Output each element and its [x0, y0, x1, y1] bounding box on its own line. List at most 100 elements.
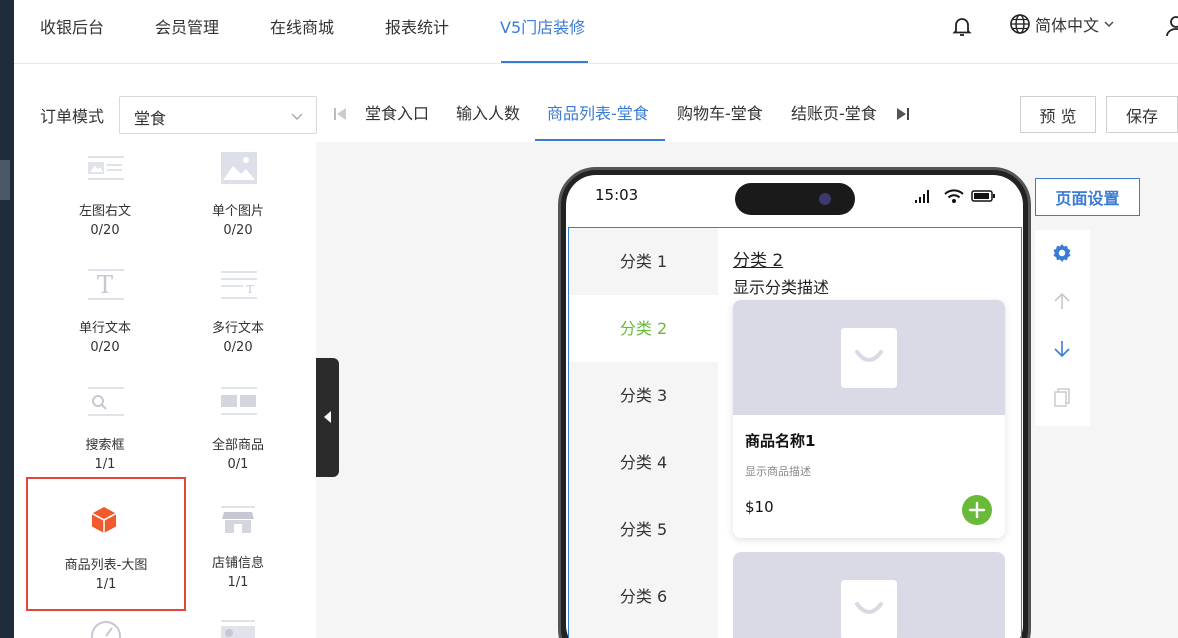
component-count: 0/1 — [227, 457, 249, 472]
component-multi-text[interactable]: T 多行文本 0/20 — [173, 259, 303, 369]
plus-icon — [968, 501, 986, 519]
copy-icon[interactable] — [1051, 386, 1073, 408]
language-label: 简体中文 — [1035, 16, 1100, 35]
clock-icon — [91, 621, 121, 638]
step-dine-entry[interactable]: 堂食入口 — [365, 100, 429, 124]
component-name: 全部商品 — [211, 438, 264, 453]
shopping-bag-icon — [841, 580, 897, 638]
nav-item-members[interactable]: 会员管理 — [155, 14, 219, 38]
page-settings-button[interactable]: 页面设置 — [1035, 178, 1140, 216]
component-name: 多行文本 — [211, 321, 264, 336]
component-product-list-large[interactable]: 商品列表-大图 1/1 — [26, 477, 186, 611]
strip-marker — [0, 160, 10, 200]
text-icon: T — [88, 269, 124, 300]
image-icon — [221, 152, 257, 184]
gear-icon[interactable] — [1051, 242, 1073, 264]
component-tools — [1035, 230, 1090, 426]
coupon-icon — [221, 620, 255, 638]
component-single-image[interactable]: 单个图片 0/20 — [173, 142, 303, 252]
product-price: $10 — [745, 498, 774, 516]
shopping-bag-icon — [841, 328, 897, 388]
component-search-box[interactable]: 搜索框 1/1 — [40, 376, 170, 486]
battery-icon — [971, 190, 995, 202]
add-to-cart-button[interactable] — [962, 495, 992, 525]
app-root: 收银后台 会员管理 在线商城 报表统计 V5门店装修 简体中文 订单模式 堂食 … — [0, 0, 1178, 638]
category-item[interactable]: 分类 6 — [569, 563, 718, 630]
component-name: 店铺信息 — [211, 556, 264, 571]
component-name: 左图右文 — [78, 204, 131, 219]
category-item[interactable]: 分类 4 — [569, 429, 718, 496]
component-count: 0/20 — [90, 223, 120, 238]
category-item[interactable]: 分类 1 — [569, 228, 718, 295]
caret-left-icon — [324, 411, 331, 423]
step-prev-icon[interactable] — [333, 106, 347, 122]
step-cart[interactable]: 购物车-堂食 — [677, 100, 763, 124]
category-item-active[interactable]: 分类 2 — [569, 295, 718, 362]
step-checkout[interactable]: 结账页-堂食 — [791, 100, 877, 124]
order-mode-label: 订单模式 — [40, 107, 105, 126]
component-count: 1/1 — [94, 457, 116, 472]
svg-text:T: T — [97, 271, 113, 299]
svg-text:T: T — [246, 283, 254, 296]
product-name: 商品名称1 — [745, 432, 816, 450]
wifi-icon — [944, 189, 964, 203]
chevron-down-icon — [291, 113, 303, 120]
component-count: 1/1 — [95, 577, 117, 592]
globe-icon — [1010, 14, 1030, 34]
product-card[interactable] — [733, 552, 1005, 638]
search-box-icon — [88, 387, 124, 416]
save-button[interactable]: 保存 — [1106, 96, 1178, 133]
nav-active-underline — [501, 61, 588, 63]
step-product-list[interactable]: 商品列表-堂食 — [547, 100, 649, 124]
arrow-down-icon[interactable] — [1051, 338, 1073, 360]
category-sidebar: 分类 1 分类 2 分类 3 分类 4 分类 5 分类 6 — [569, 228, 718, 638]
step-next-icon[interactable] — [896, 106, 910, 122]
preview-button[interactable]: 预 览 — [1020, 96, 1096, 133]
component-count: 0/20 — [223, 340, 253, 355]
component-shop-info[interactable]: 店铺信息 1/1 — [173, 494, 303, 604]
nav-item-reports[interactable]: 报表统计 — [385, 14, 449, 38]
product-description: 显示商品描述 — [745, 465, 811, 478]
product-card[interactable]: 商品名称1 显示商品描述 $10 — [733, 300, 1005, 538]
component-name: 单行文本 — [78, 321, 131, 336]
component-name: 搜索框 — [85, 438, 125, 453]
nav-item-store-decoration[interactable]: V5门店装修 — [500, 14, 585, 38]
component-count: 1/1 — [227, 575, 249, 590]
signal-icon — [915, 190, 929, 203]
image-text-icon — [88, 156, 124, 180]
component-image-text[interactable]: 左图右文 0/20 — [40, 142, 170, 252]
nav-item-online-mall[interactable]: 在线商城 — [270, 14, 334, 38]
bell-icon[interactable] — [950, 14, 974, 38]
component-name: 单个图片 — [211, 204, 264, 219]
nav-item-cashier[interactable]: 收银后台 — [40, 14, 104, 38]
dynamic-island — [735, 183, 855, 215]
category-title: 分类 2 — [733, 251, 784, 271]
camera-dot — [819, 193, 831, 205]
shop-icon — [221, 506, 255, 533]
chevron-down-icon — [1104, 21, 1114, 27]
component-all-products[interactable]: 全部商品 0/1 — [173, 376, 303, 486]
component-count: 0/20 — [90, 340, 120, 355]
language-selector[interactable]: 简体中文 — [1009, 12, 1115, 36]
category-description: 显示分类描述 — [733, 278, 830, 297]
order-mode-value: 堂食 — [134, 109, 167, 128]
collapse-panel-toggle[interactable] — [316, 358, 339, 477]
top-nav: 收银后台 会员管理 在线商城 报表统计 V5门店装修 简体中文 — [14, 0, 1178, 64]
step-enter-people[interactable]: 输入人数 — [456, 100, 520, 124]
component-panel: 左图右文 0/20 单个图片 0/20 T 单行文本 0/20 T 多行文本 0… — [14, 142, 316, 638]
multiline-text-icon: T — [221, 271, 257, 299]
all-products-icon — [221, 387, 257, 415]
cube-icon — [91, 507, 117, 533]
component-count: 0/20 — [223, 223, 253, 238]
user-icon[interactable] — [1164, 14, 1178, 38]
category-item[interactable]: 分类 5 — [569, 496, 718, 563]
left-dark-strip — [0, 0, 14, 638]
product-image-placeholder — [733, 300, 1005, 415]
step-active-underline — [535, 139, 665, 141]
order-mode-select[interactable]: 堂食 — [119, 96, 317, 134]
arrow-up-icon[interactable] — [1051, 290, 1073, 312]
category-item[interactable]: 分类 3 — [569, 362, 718, 429]
status-time: 15:03 — [595, 186, 639, 204]
component-name: 商品列表-大图 — [64, 558, 148, 573]
component-single-text[interactable]: T 单行文本 0/20 — [40, 259, 170, 369]
